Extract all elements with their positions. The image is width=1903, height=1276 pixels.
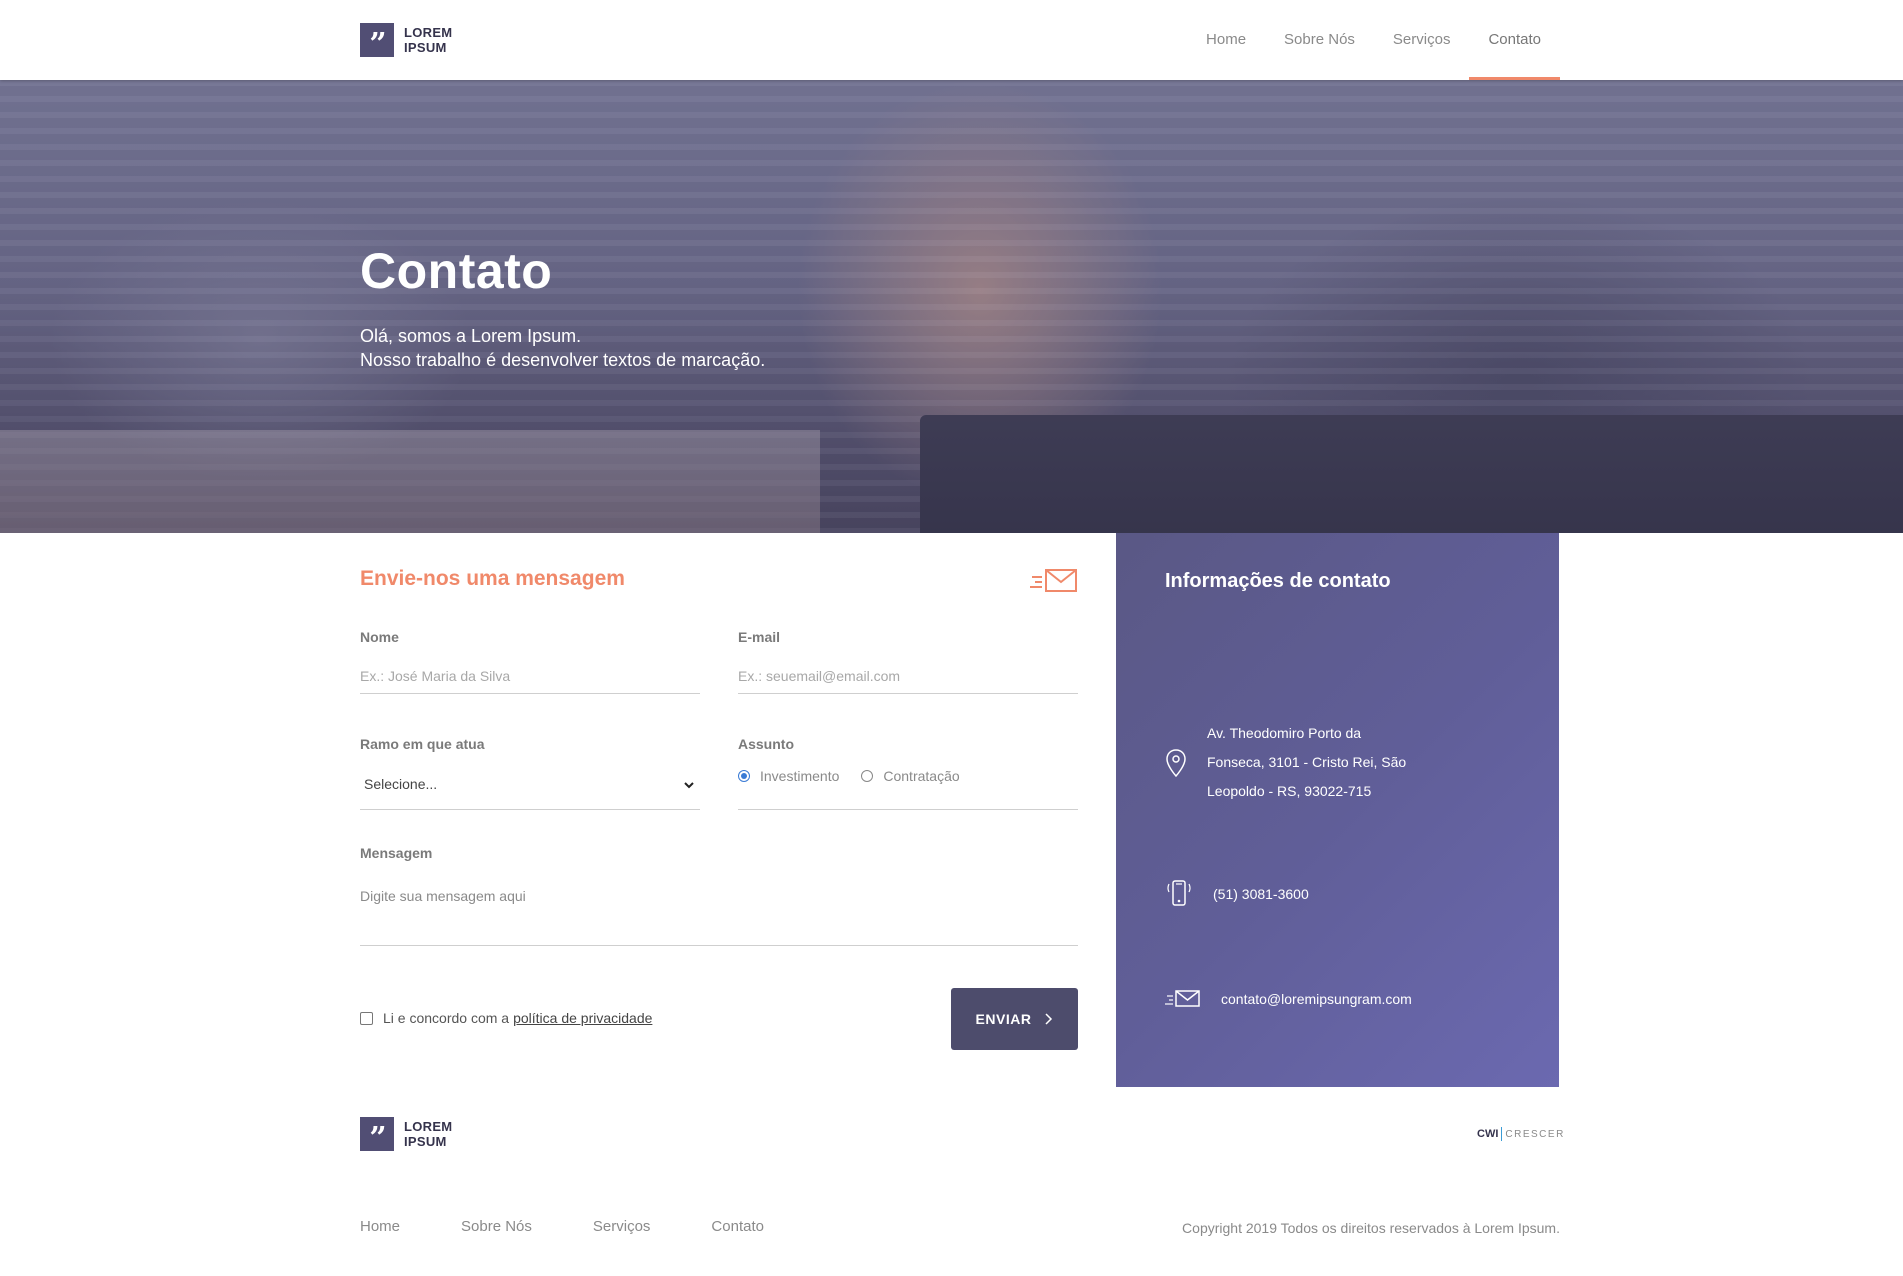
phone-icon xyxy=(1167,880,1191,906)
nav-contato[interactable]: Contato xyxy=(1469,0,1560,80)
contact-address: Av. Theodomiro Porto da Fonseca, 3101 - … xyxy=(1165,719,1407,806)
contact-info-panel: Informações de contato Av. Theodomiro Po… xyxy=(1116,533,1559,1087)
partner-logo[interactable]: CWI CRESCER xyxy=(1477,1127,1565,1141)
footer-nav: Home Sobre Nós Serviços Contato xyxy=(360,1218,825,1235)
address-line2: Fonseca, 3101 - Cristo Rei, São xyxy=(1207,754,1407,770)
chevron-right-icon xyxy=(1045,1013,1053,1025)
subject-radio-group: Investimento Contratação xyxy=(738,766,1078,810)
send-mail-icon xyxy=(1030,569,1077,592)
form-title: Envie-nos uma mensagem xyxy=(360,567,625,590)
footer-nav-contato[interactable]: Contato xyxy=(711,1218,764,1235)
header-logo[interactable]: ” LOREM IPSUM xyxy=(360,23,452,57)
consent-text: Li e concordo com a xyxy=(383,1010,510,1026)
footer-nav-servicos[interactable]: Serviços xyxy=(593,1218,651,1235)
partner-cwi: CWI xyxy=(1477,1128,1499,1140)
chevron-down-icon xyxy=(684,782,694,789)
page-title: Contato xyxy=(360,243,553,299)
privacy-policy-link[interactable]: política de privacidade xyxy=(513,1010,652,1026)
consent-checkbox[interactable] xyxy=(360,1011,373,1025)
hero-overlay xyxy=(0,80,1903,533)
footer-nav-sobre-nos[interactable]: Sobre Nós xyxy=(461,1218,532,1235)
footer-logo[interactable]: ” LOREM IPSUM xyxy=(360,1117,452,1151)
radio-contratacao[interactable]: Contratação xyxy=(861,768,960,784)
address-line3: Leopoldo - RS, 93022-715 xyxy=(1207,783,1372,799)
name-label: Nome xyxy=(360,629,399,645)
footer-logo-text: LOREM IPSUM xyxy=(404,1119,452,1149)
location-pin-icon xyxy=(1166,748,1186,777)
nav-home[interactable]: Home xyxy=(1187,0,1265,80)
mail-icon xyxy=(1165,990,1200,1007)
logo-line1: LOREM xyxy=(404,25,453,40)
hero-subtitle-line1: Olá, somos a Lorem Ipsum. xyxy=(360,326,582,346)
copyright-text: Copyright 2019 Todos os direitos reserva… xyxy=(1182,1220,1560,1236)
hero-subtitle: Olá, somos a Lorem Ipsum. Nosso trabalho… xyxy=(360,324,765,372)
quote-logo-icon: ” xyxy=(360,23,394,57)
radio-investimento[interactable]: Investimento xyxy=(738,768,839,784)
contact-phone: (51) 3081-3600 xyxy=(1165,879,1309,909)
name-input[interactable] xyxy=(360,658,700,694)
message-placeholder: Digite sua mensagem aqui xyxy=(360,888,526,904)
radio-unchecked-icon xyxy=(861,770,874,782)
sector-select[interactable]: Selecione... xyxy=(360,766,700,810)
logo-line2: IPSUM xyxy=(404,40,447,55)
contact-info-title: Informações de contato xyxy=(1165,570,1391,592)
site-header: ” LOREM IPSUM Home Sobre Nós Serviços Co… xyxy=(0,0,1903,80)
nav-servicos[interactable]: Serviços xyxy=(1374,0,1470,80)
message-textarea[interactable]: Digite sua mensagem aqui xyxy=(360,876,1078,946)
main-nav: Home Sobre Nós Serviços Contato xyxy=(1187,0,1560,80)
footer-logo-line2: IPSUM xyxy=(404,1134,447,1149)
message-label: Mensagem xyxy=(360,845,433,861)
submit-button-label: ENVIAR xyxy=(975,1011,1032,1027)
partner-crescer: CRESCER xyxy=(1505,1128,1565,1140)
radio-checked-icon xyxy=(738,770,750,782)
nav-sobre-nos[interactable]: Sobre Nós xyxy=(1265,0,1374,80)
sector-label: Ramo em que atua xyxy=(360,736,485,752)
logo-text: LOREM IPSUM xyxy=(404,25,452,55)
email-input[interactable] xyxy=(738,658,1078,694)
footer-nav-home[interactable]: Home xyxy=(360,1218,400,1235)
contact-email: contato@loremipsungram.com xyxy=(1165,989,1412,1009)
address-text: Av. Theodomiro Porto da Fonseca, 3101 - … xyxy=(1207,719,1407,806)
hero-subtitle-line2: Nosso trabalho é desenvolver textos de m… xyxy=(360,350,766,370)
radio-contratacao-label: Contratação xyxy=(883,768,960,784)
address-line1: Av. Theodomiro Porto da xyxy=(1207,725,1362,741)
consent-row: Li e concordo com a política de privacid… xyxy=(360,1010,652,1026)
email-text[interactable]: contato@loremipsungram.com xyxy=(1221,991,1412,1007)
footer-quote-logo-icon: ” xyxy=(360,1117,394,1151)
subject-label: Assunto xyxy=(738,736,794,752)
radio-investimento-label: Investimento xyxy=(760,768,840,784)
footer-logo-line1: LOREM xyxy=(404,1119,453,1134)
hero-banner: Contato Olá, somos a Lorem Ipsum. Nosso … xyxy=(0,80,1903,533)
email-label: E-mail xyxy=(738,629,781,645)
partner-divider xyxy=(1501,1127,1503,1141)
submit-button[interactable]: ENVIAR xyxy=(951,988,1078,1050)
phone-text[interactable]: (51) 3081-3600 xyxy=(1213,886,1309,902)
sector-select-value: Selecione... xyxy=(364,776,438,792)
